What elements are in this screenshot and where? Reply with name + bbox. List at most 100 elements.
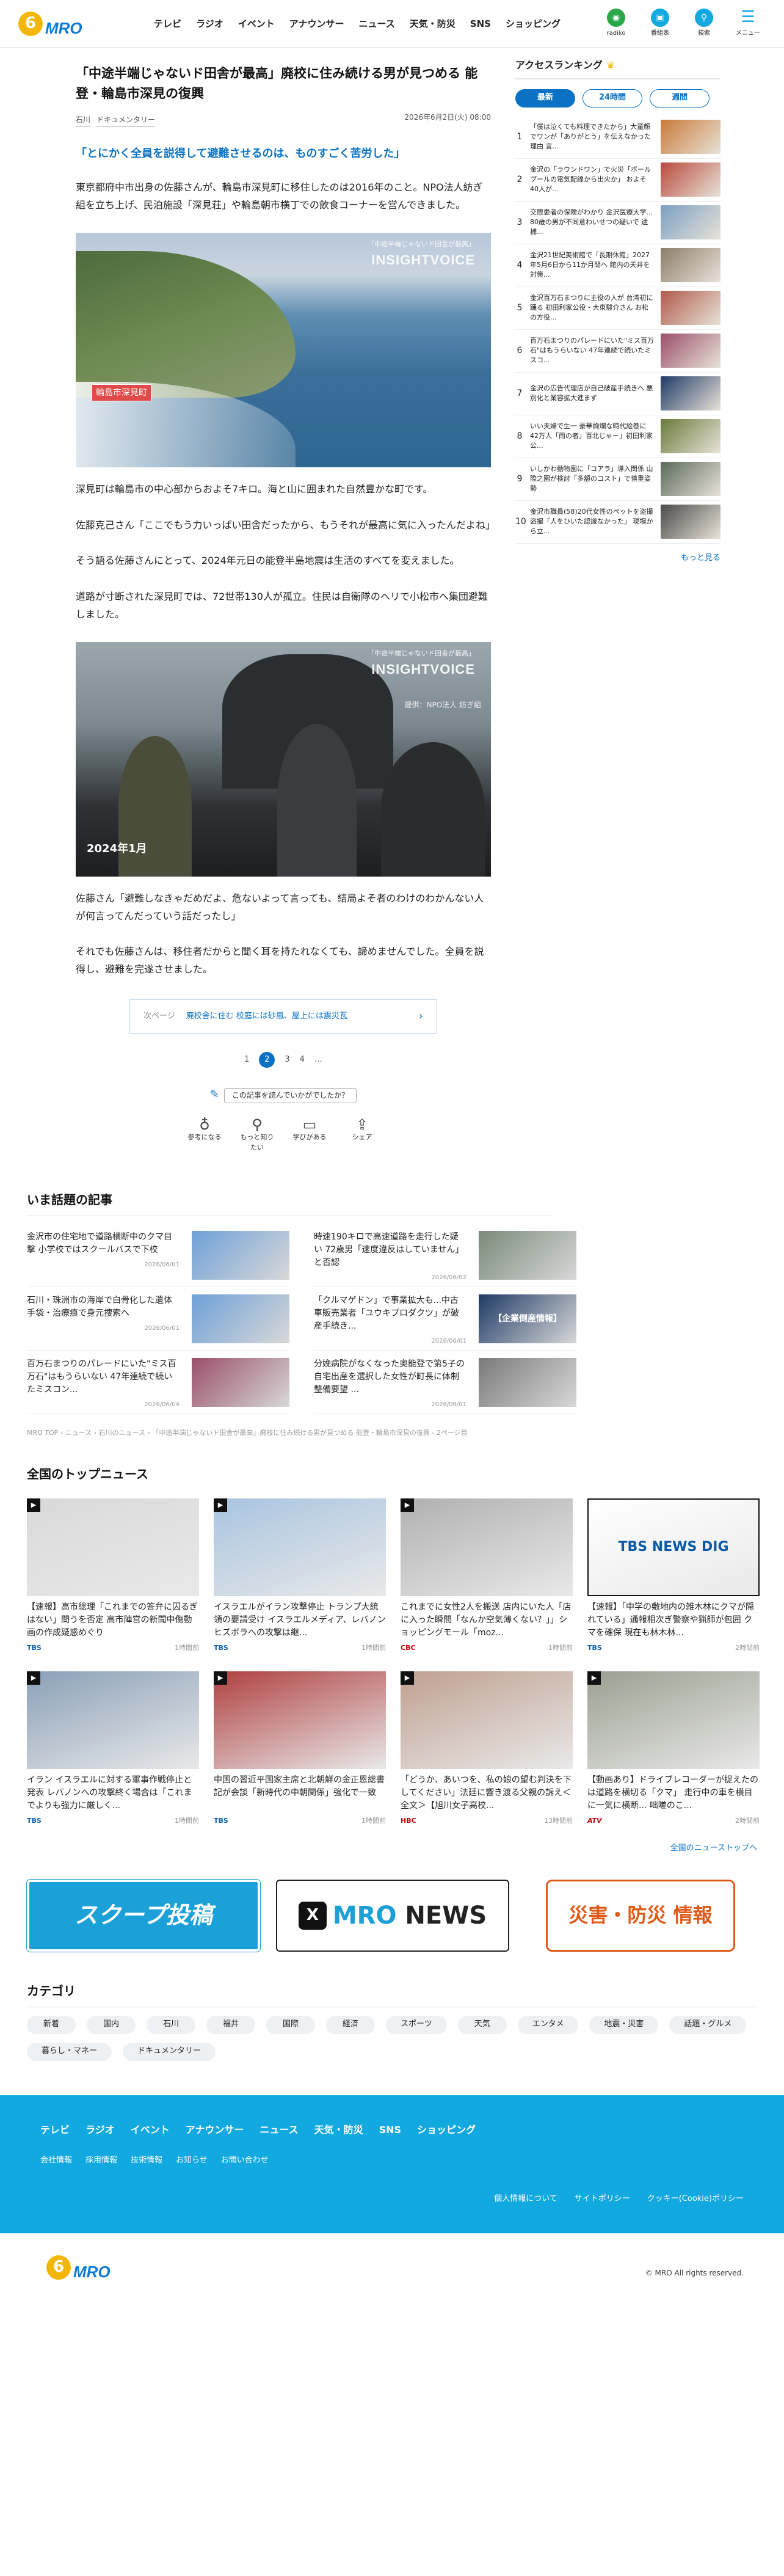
footer-corporate-link[interactable]: お問い合わせ — [221, 2155, 269, 2167]
category-chip[interactable]: 経済 — [326, 2015, 375, 2034]
all-news-link[interactable]: 全国のニューストップへ — [27, 1842, 757, 1855]
radiko-button[interactable]: ◉ radiko — [598, 9, 634, 38]
top-news-card[interactable]: ▶ イスラエルがイラン攻撃停止 トランプ大統領の要請受け イスラエルメディア、レバ… — [214, 1498, 386, 1654]
category-chip[interactable]: エンタメ — [517, 2015, 579, 2034]
next-page-link[interactable]: 次ページ 廃校舎に住む 校庭には砂嵐、屋上には震災瓦 › — [129, 999, 437, 1034]
top-news-source: TBS 1時間前 — [27, 1815, 199, 1826]
share-button[interactable]: ⇪ シェア — [343, 1117, 382, 1153]
nav-sns[interactable]: SNS — [470, 16, 491, 31]
mro-news-x-banner[interactable]: X MRO NEWS — [276, 1879, 509, 1952]
ranking-item[interactable]: 10 金沢市職員(58)20代女性のペットを盗撮 盗撮「人をひいた認識なかった」 … — [515, 501, 720, 544]
footer-nav-item[interactable]: テレビ — [40, 2122, 70, 2138]
disaster-info-banner[interactable]: 災害・防災 情報 — [546, 1879, 735, 1952]
hot-article-item[interactable]: 石川・珠洲市の海岸で白骨化した遺体 手袋・治療痕で身元捜索へ 2026/06/01 — [27, 1287, 289, 1351]
nav-tv[interactable]: テレビ — [154, 16, 181, 31]
copyright: © MRO All rights reserved. — [645, 2268, 744, 2277]
footer-nav-item[interactable]: SNS — [379, 2122, 401, 2138]
category-chip[interactable]: ドキュメンタリー — [123, 2042, 216, 2061]
footer-nav-item[interactable]: イベント — [131, 2122, 170, 2138]
category-chip[interactable]: 暮らし・マネー — [27, 2042, 112, 2061]
category-chip[interactable]: 石川 — [147, 2015, 195, 2034]
top-news-thumbnail: ▶ — [214, 1498, 386, 1596]
top-news-card[interactable]: TBS NEWS DIG 【速報】「中学の敷地内の雑木林にクマが隠れている」通報相… — [587, 1498, 760, 1654]
ranking-item[interactable]: 8 いい夫婦で生一 豪華絢爛な時代絵巻に42万人「雨の者」百北じゃー」初田利家公.… — [515, 415, 720, 458]
hot-article-text: 「クルマゲドン」で事業拡大も...中古車販売業者「ユウキプロダクツ」が破産手続き… — [314, 1294, 466, 1345]
category-chip[interactable]: 国際 — [266, 2015, 315, 2034]
tag-documentary[interactable]: ドキュメンタリー — [96, 114, 156, 127]
footer-nav-item[interactable]: アナウンサー — [186, 2122, 244, 2138]
x-logo-icon: X — [298, 1901, 327, 1930]
nav-weather[interactable]: 天気・防災 — [410, 16, 456, 31]
site-logo[interactable]: 6 MRO — [18, 11, 116, 36]
category-chip[interactable]: 国内 — [87, 2015, 136, 2034]
hot-article-item[interactable]: 金沢市の住宅地で道路横断中のクマ目撃 小学校ではスクールバスで下校 2026/06… — [27, 1224, 289, 1288]
top-news-card[interactable]: ▶ 「どうか、あいつを、私の娘の望む判決を下してください」法廷に響き渡る父親の訴え… — [401, 1671, 573, 1826]
search-button[interactable]: ⚲ 検索 — [686, 9, 722, 38]
scoop-banner[interactable]: スクープ投稿 — [27, 1879, 260, 1952]
ranking-item[interactable]: 6 百万石まつりのパレードにいた"ミス百万石"はもうらいない 47年連続で続いたミ… — [515, 330, 720, 373]
footer-policy-link[interactable]: クッキー(Cookie)ポリシー — [647, 2193, 744, 2206]
feedback-helpful-button[interactable]: ♁ 参考になる — [185, 1117, 224, 1153]
feedback-more-button[interactable]: ⚲ もっと知りたい — [238, 1117, 277, 1153]
ranking-thumbnail — [661, 120, 720, 155]
ranking-item[interactable]: 1 「僕は泣くても料理できたから」大童顔でワンが「ありがとう」を伝えなかった理由 … — [515, 116, 720, 159]
footer-corporate-link[interactable]: お知らせ — [176, 2155, 208, 2167]
nav-news[interactable]: ニュース — [358, 16, 394, 31]
search-icon: ⚲ — [695, 9, 713, 27]
breadcrumb[interactable]: MRO TOP › ニュース › 石川のニュース › 「中途半端じゃないド田舎が… — [27, 1428, 757, 1439]
hot-article-item[interactable]: 「クルマゲドン」で事業拡大も...中古車販売業者「ユウキプロダクツ」が破産手続き… — [314, 1287, 576, 1351]
footer-nav-item[interactable]: ラジオ — [85, 2122, 115, 2138]
category-chip[interactable]: 天気 — [457, 2015, 507, 2034]
category-chip[interactable]: スポーツ — [386, 2015, 447, 2034]
tag-ishikawa[interactable]: 石川 — [76, 114, 91, 127]
top-news-grid: ▶ 【速報】高市総理「これまでの答弁に囚るぎはない」問うを否定 高市陣営の新聞中傷… — [27, 1498, 760, 1826]
footer-nav-item[interactable]: 天気・防災 — [314, 2122, 363, 2138]
page-2-current[interactable]: 2 — [259, 1052, 275, 1068]
tab-latest[interactable]: 最新 — [515, 89, 575, 108]
feedback-learn-button[interactable]: ▭ 学びがある — [290, 1117, 329, 1153]
ranking-item[interactable]: 7 金沢の広告代理店が自己破産手続きへ 悪別化と業容拡大進まず — [515, 373, 720, 415]
category-chip[interactable]: 地震・災害 — [589, 2015, 659, 2034]
hot-article-item[interactable]: 分娩病院がなくなった奥能登で第5子の自宅出産を選択した女性が町長に体制整備要望 … — [314, 1351, 576, 1415]
tab-24h[interactable]: 24時間 — [583, 89, 642, 108]
category-chip[interactable]: 話題・グルメ — [669, 2015, 747, 2034]
footer-corporate-link[interactable]: 会社情報 — [40, 2155, 72, 2167]
ranking-item[interactable]: 2 金沢の「ラウンドワン」で火災「ボールプールの電気配線から出火か」 およそ40人… — [515, 159, 720, 202]
hot-article-item[interactable]: 百万石まつりのパレードにいた"ミス百万石"はもうらいない 47年連続で続いたミス… — [27, 1351, 289, 1415]
ranking-number: 7 — [517, 388, 523, 398]
top-news-card[interactable]: ▶ 中国の習近平国家主席と北朝鮮の金正恩総書記が会談「新時代の中朝関係」強化で一致… — [214, 1671, 386, 1826]
nav-announcer[interactable]: アナウンサー — [289, 16, 344, 31]
top-news-source: TBS 1時間前 — [27, 1643, 199, 1654]
ranking-more-link[interactable]: もっと見る — [515, 552, 720, 565]
ranking-item[interactable]: 4 金沢21世紀美術館で「長期休館」2027年5月6日から11か月間へ 館内の天井… — [515, 244, 720, 287]
top-news-card[interactable]: ▶ 【速報】高市総理「これまでの答弁に囚るぎはない」問うを否定 高市陣営の新聞中傷… — [27, 1498, 199, 1654]
hot-articles-title: いま話題の記事 — [27, 1190, 552, 1217]
top-news-card[interactable]: ▶ イラン イスラエルに対する軍事作戦停止と発表 レバノンへの攻撃終く場合は「これ… — [27, 1671, 199, 1826]
footer-corporate-link[interactable]: 採用情報 — [85, 2155, 117, 2167]
nav-shopping[interactable]: ショッピング — [506, 16, 561, 31]
footer-policy-link[interactable]: 個人情報について — [494, 2193, 557, 2206]
nav-event[interactable]: イベント — [238, 16, 275, 31]
top-news-card[interactable]: ▶ 【動画あり】ドライブレコーダーが捉えたのは道路を横切る「クマ」 走行中の車を横… — [587, 1671, 760, 1826]
footer-policy-link[interactable]: サイトポリシー — [575, 2193, 630, 2206]
program-guide-button[interactable]: ▣ 番組表 — [642, 9, 678, 38]
ranking-item[interactable]: 5 金沢百万石まつりに主役の人が 台湾初に踊る 初田利家公役・大東駿介さん お松の… — [515, 287, 720, 330]
ranking-item[interactable]: 3 交際患者の保険がわかり 金沢医療大学... 80歳の男が不同意わいせつの疑いで… — [515, 202, 720, 244]
footer-corporate-link[interactable]: 技術情報 — [131, 2155, 162, 2167]
category-chip[interactable]: 福井 — [206, 2015, 255, 2034]
tab-weekly[interactable]: 週間 — [650, 89, 710, 108]
footer-nav-item[interactable]: ニュース — [260, 2122, 298, 2138]
page-4[interactable]: 4 — [300, 1054, 305, 1067]
page-1[interactable]: 1 — [244, 1054, 249, 1067]
ranking-item[interactable]: 9 いしかわ動物園に「コアラ」導入関係 山際之園が検討「多額のコスト」で慎重姿勢 — [515, 458, 720, 501]
hot-article-item[interactable]: 時速190キロで高速道路を走行した疑い 72歳男「速度違反はしていません」と否認… — [314, 1224, 576, 1288]
menu-button[interactable]: ☰ メニュー — [730, 8, 766, 38]
footer-logo[interactable]: 6 MRO — [46, 2255, 144, 2280]
ranking-title: 「僕は泣くても料理できたから」大童顔でワンが「ありがとう」を伝えなかった理由 言… — [530, 123, 651, 151]
category-chip[interactable]: 新着 — [27, 2015, 76, 2034]
page-3[interactable]: 3 — [285, 1054, 289, 1067]
nav-radio[interactable]: ラジオ — [196, 16, 223, 31]
footer-nav-item[interactable]: ショッピング — [417, 2122, 476, 2138]
hot-article-date: 2026/06/01 — [144, 1325, 180, 1332]
top-news-card[interactable]: ▶ これまでに女性2人を搬送 店内にいた人「店に入った瞬間「なんか空気薄くない？」… — [401, 1498, 573, 1654]
